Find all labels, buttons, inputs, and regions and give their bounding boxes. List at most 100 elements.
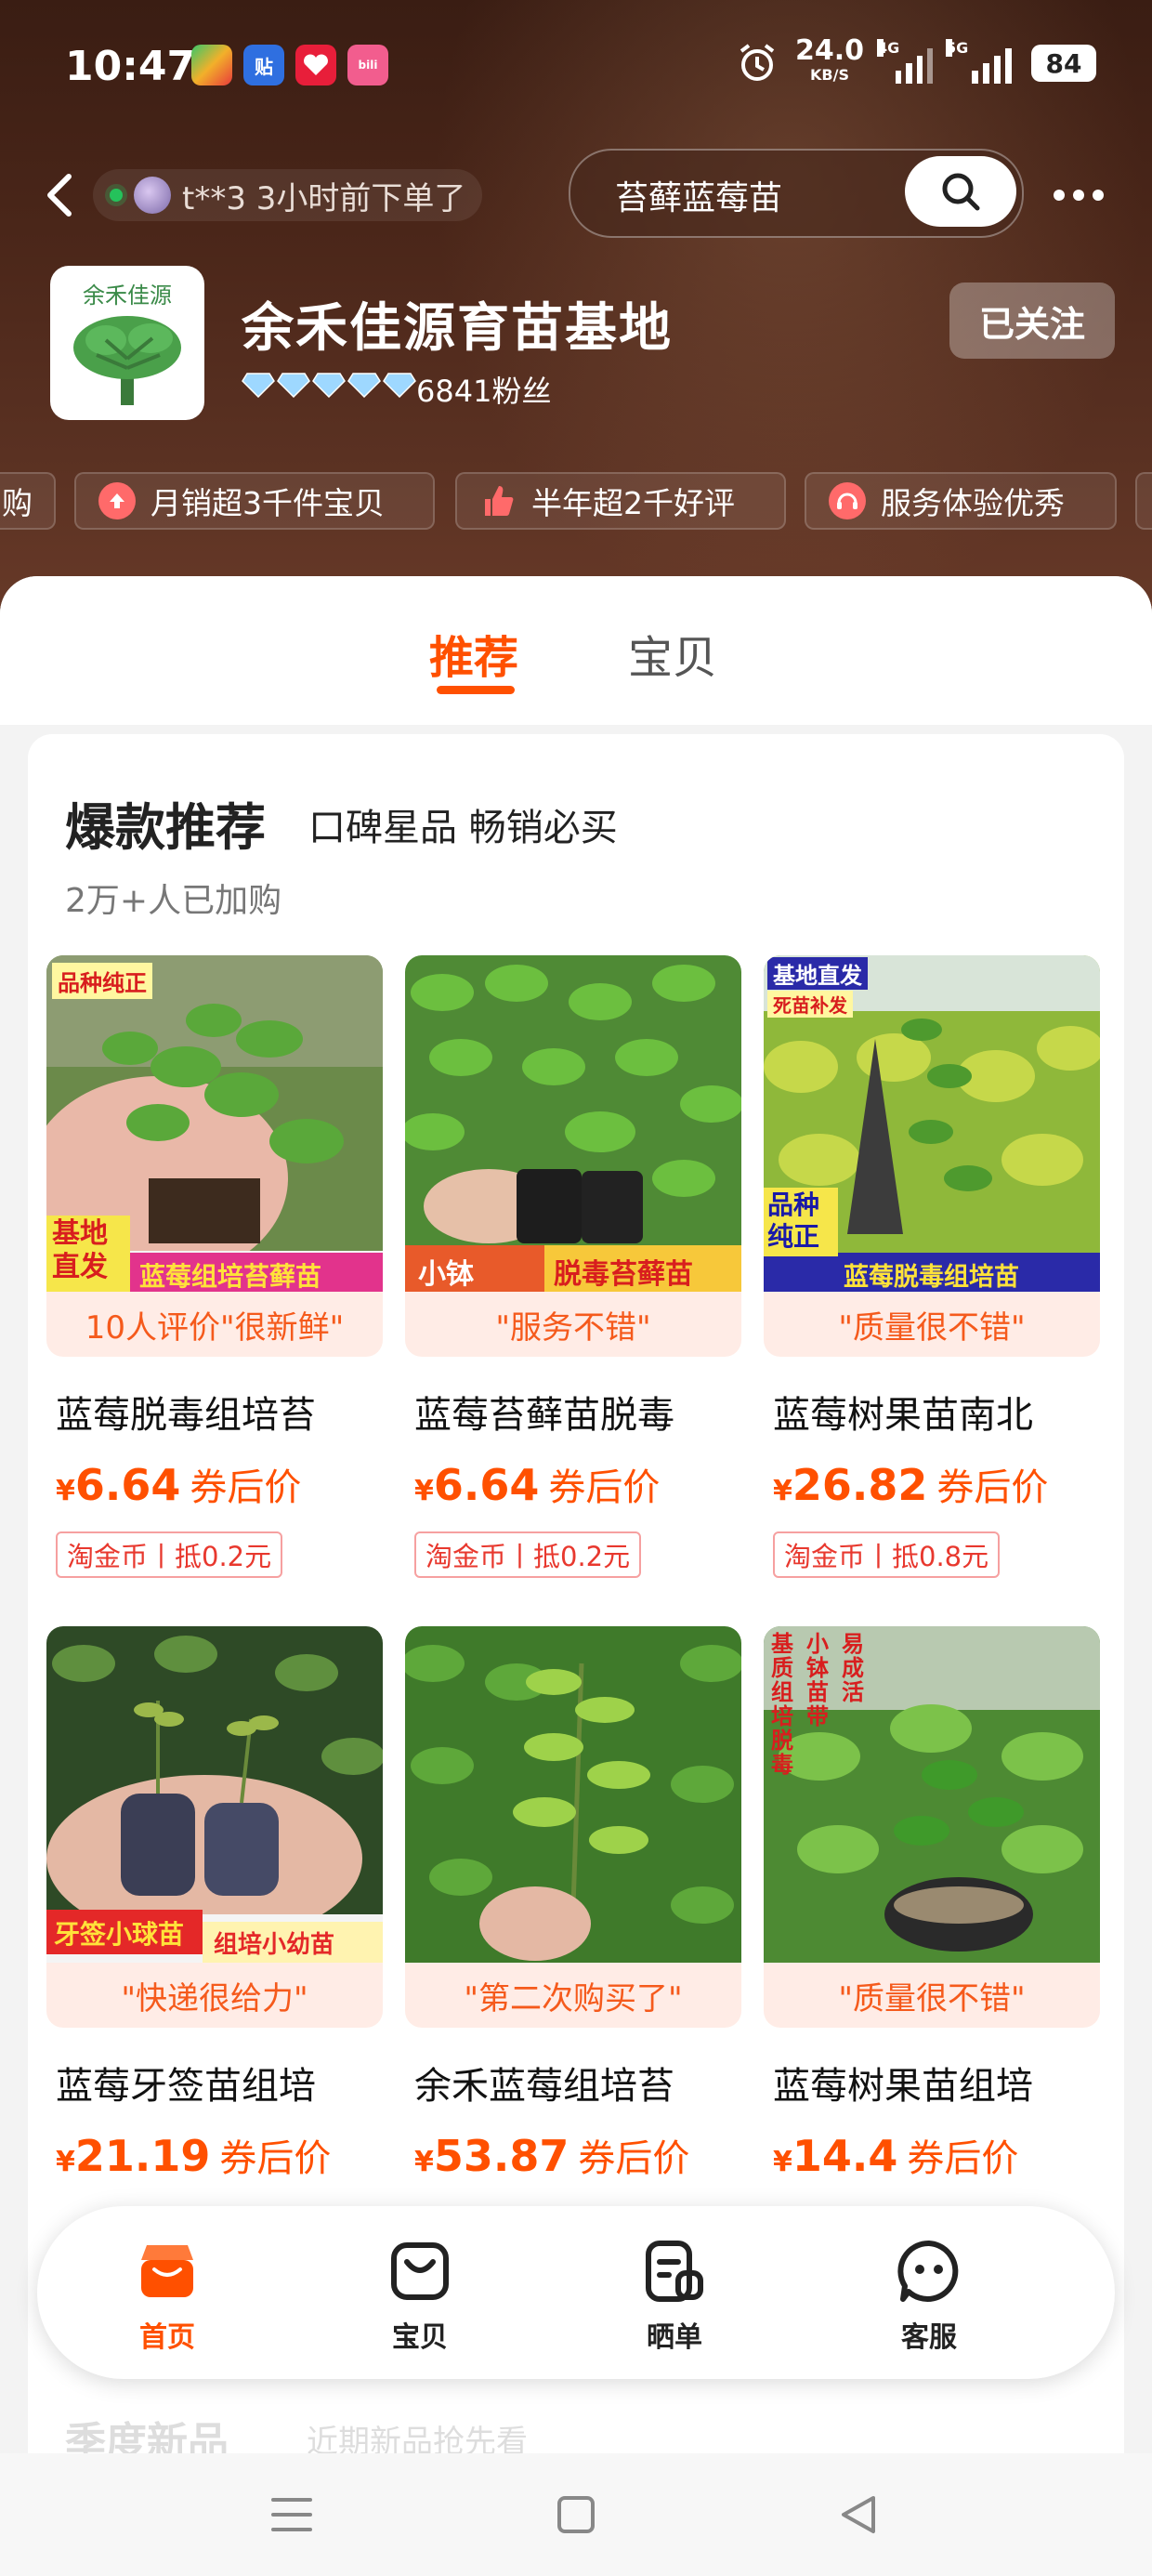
more-dot-icon [1054, 190, 1065, 201]
badge-service[interactable]: 服务体验优秀 [805, 472, 1117, 530]
product-title[interactable]: 蓝莓苔藓苗脱毒 [414, 1385, 674, 1439]
price-currency: ¥ [773, 2146, 792, 2178]
product-price: ¥26.82 券后价 [773, 1457, 1048, 1511]
signal-4g-icon: 4G [877, 39, 933, 84]
nav-products[interactable]: 宝贝 [355, 2234, 485, 2355]
bag-icon [383, 2234, 457, 2308]
image-overlay-text: 脱毒苔藓苗 [554, 1258, 693, 1291]
product-image[interactable] [405, 1626, 741, 1963]
price-value: 6.64 [433, 1460, 540, 1510]
product-image[interactable]: 牙签小球苗 组培小幼苗 [46, 1626, 383, 1963]
price-value: 14.4 [792, 2131, 898, 2181]
image-overlay-text: 基地直发 [767, 957, 868, 990]
system-navigation-bar [0, 2453, 1152, 2576]
product-card[interactable]: 牙签小球苗 组培小幼苗 "快递很给力" 蓝莓牙签苗组培 ¥21.19 券后价 [46, 1626, 383, 2277]
more-dot-icon [1073, 190, 1084, 201]
diamond-icon [312, 373, 346, 398]
product-card[interactable]: 品种纯正 基地直发 蓝莓组培苔藓苗 10人评价"很新鲜" 蓝莓脱毒组培苔 ¥6.… [46, 955, 383, 1606]
product-title[interactable]: 余禾蓝莓组培苔 [414, 2056, 674, 2109]
price-label: 券后价 [936, 1466, 1049, 1509]
shop-rating-diamonds [242, 372, 416, 398]
product-title[interactable]: 蓝莓树果苗组培 [773, 2056, 1033, 2109]
product-image[interactable]: 小钵 脱毒苔藓苗 [405, 955, 741, 1292]
image-overlay-text: 易成活 [842, 1630, 864, 1705]
image-overlay-text: 品种纯正 [767, 1189, 820, 1252]
image-overlay-text: 小钵苗带 [806, 1630, 829, 1729]
shop-search-box[interactable]: 苔藓蓝莓苗 [569, 149, 1024, 238]
product-card[interactable]: "第二次购买了" 余禾蓝莓组培苔 ¥53.87 券后价 [405, 1626, 741, 2277]
nav-label: 首页 [139, 2321, 195, 2354]
nav-customer-service[interactable]: 客服 [864, 2234, 994, 2355]
image-overlay-text: 死苗补发 [767, 991, 853, 1018]
price-value: 6.64 [74, 1460, 181, 1510]
follow-button[interactable]: 已关注 [949, 283, 1115, 359]
tab-recommend[interactable]: 推荐 [429, 621, 518, 686]
buyer-avatar [134, 177, 171, 214]
tab-bar: 推荐 宝贝 [0, 576, 1152, 725]
taojinbi-badge: 淘金币丨抵0.8元 [773, 1531, 1001, 1578]
badge-good-reviews[interactable]: 半年超2千好评 [455, 472, 786, 530]
product-card[interactable]: 小钵 脱毒苔藓苗 "服务不错" 蓝莓苔藓苗脱毒 ¥6.64 券后价 淘金币丨抵0.… [405, 955, 741, 1606]
upload-arrow-icon [98, 482, 136, 519]
bilibili-icon: bili [347, 45, 388, 85]
image-overlay-text: 品种纯正 [52, 963, 152, 999]
net-speed: 24.0 KB/S [795, 37, 864, 87]
back-button[interactable] [37, 167, 84, 223]
chat-bubble-icon [892, 2234, 966, 2308]
nav-label: 客服 [901, 2321, 957, 2354]
section-meta: 2万+人已加购 [65, 882, 282, 920]
diamond-icon [242, 373, 275, 398]
product-title[interactable]: 蓝莓牙签苗组培 [56, 2056, 316, 2109]
home-square-icon[interactable] [556, 2492, 596, 2537]
nav-reviews[interactable]: 晒单 [609, 2234, 740, 2355]
tab-products[interactable]: 宝贝 [628, 621, 717, 686]
heart-app-icon [295, 45, 336, 85]
price-currency: ¥ [56, 2146, 75, 2178]
menu-icon[interactable] [269, 2494, 314, 2535]
badge-monthly-sales[interactable]: 月销超3千件宝贝 [74, 472, 435, 530]
badge-label: 半年超2千好评 [531, 485, 735, 521]
review-tag: 10人评价"很新鲜" [46, 1292, 383, 1357]
back-arrow-icon [47, 174, 72, 217]
price-value: 53.87 [433, 2131, 569, 2181]
shop-name: 余禾佳源育苗基地 [242, 298, 673, 359]
product-title[interactable]: 蓝莓树果苗南北 [773, 1385, 1033, 1439]
thumbs-up-icon [479, 482, 517, 519]
image-overlay-text: 基质组培脱毒 [771, 1630, 793, 1778]
nav-label: 宝贝 [392, 2321, 448, 2354]
image-overlay-text: 组培小幼苗 [214, 1931, 335, 1959]
product-image[interactable]: 基质组培脱毒 小钵苗带 易成活 [764, 1626, 1100, 1963]
product-card[interactable]: 基质组培脱毒 小钵苗带 易成活 "质量很不错" 蓝莓树果苗组培 ¥14.4 券后价 [764, 1626, 1100, 2277]
shop-header: 10:47 贴 bili 24.0 KB/S 4G 5G 84 t**3 3小时… [0, 0, 1152, 651]
diamond-icon [347, 373, 381, 398]
app-notification-icon [191, 45, 232, 85]
price-label: 券后价 [907, 2137, 1019, 2180]
review-tag: "质量很不错" [764, 1292, 1100, 1357]
tieba-icon-label: 贴 [255, 55, 273, 78]
product-image[interactable]: 品种纯正 基地直发 蓝莓组培苔藓苗 [46, 955, 383, 1292]
signal-5g-icon: 5G [946, 39, 1015, 84]
shop-home-icon [130, 2234, 204, 2308]
badge-item[interactable] [1135, 472, 1152, 530]
product-price: ¥6.64 券后价 [56, 1457, 301, 1511]
shop-logo[interactable]: 余禾佳源 [50, 266, 204, 420]
badge-label: 月销超3千件宝贝 [151, 485, 385, 521]
badge-item[interactable]: 购 [0, 472, 56, 530]
image-overlay-text: 蓝莓组培苔藓苗 [139, 1261, 322, 1292]
nav-home[interactable]: 首页 [102, 2234, 232, 2355]
status-bar: 10:47 贴 bili 24.0 KB/S 4G 5G 84 [0, 0, 1152, 139]
more-options-button[interactable] [1054, 178, 1119, 212]
battery-indicator: 84 [1031, 45, 1096, 82]
product-image[interactable]: 基地直发 死苗补发 品种纯正 蓝莓脱毒组培苗 [764, 955, 1100, 1292]
product-title[interactable]: 蓝莓脱毒组培苔 [56, 1385, 316, 1439]
back-triangle-icon[interactable] [836, 2492, 881, 2537]
price-value: 26.82 [792, 1460, 928, 1510]
net-speed-value: 24.0 [794, 34, 864, 67]
note-icon [637, 2234, 712, 2308]
alarm-icon [740, 44, 775, 81]
section-title: 爆款推荐 [65, 798, 266, 857]
product-card[interactable]: 基地直发 死苗补发 品种纯正 蓝莓脱毒组培苗 "质量很不错" 蓝莓树果苗南北 ¥… [764, 955, 1100, 1606]
nav-label: 晒单 [647, 2321, 702, 2354]
search-button[interactable] [905, 156, 1016, 227]
diamond-icon [277, 373, 310, 398]
